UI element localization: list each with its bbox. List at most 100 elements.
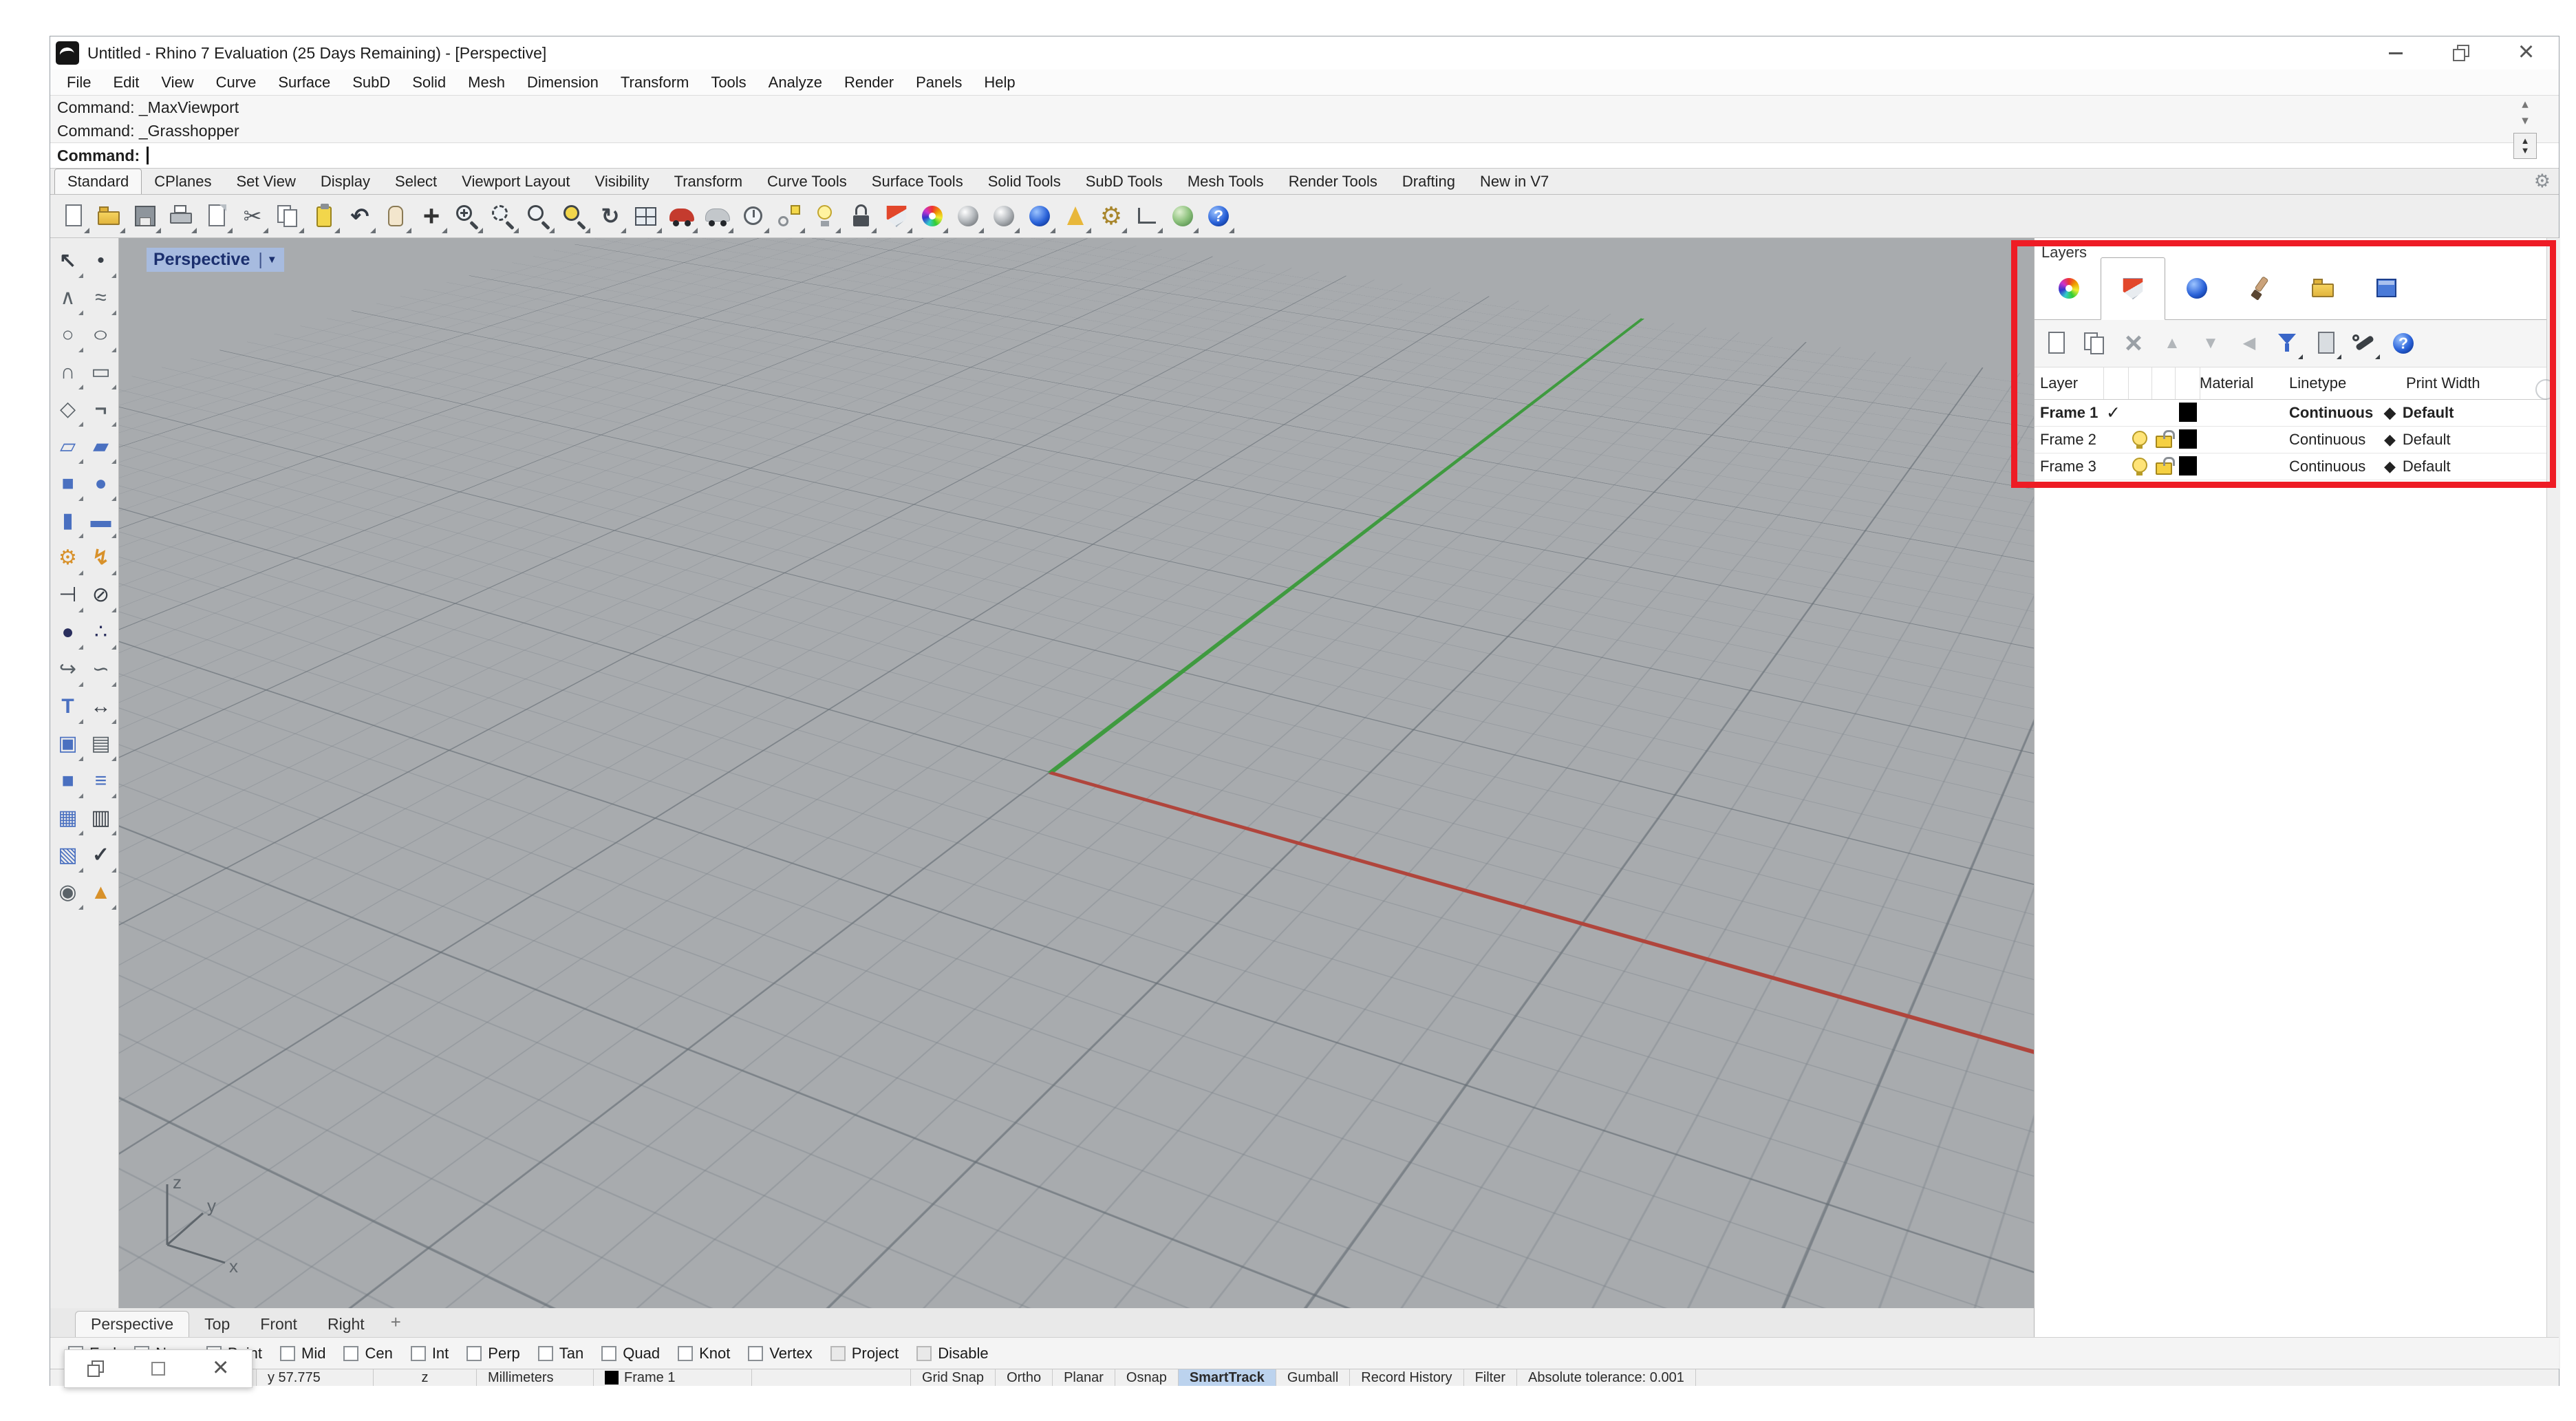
- collapse-layers-icon[interactable]: [2233, 325, 2266, 362]
- surface-plane-icon[interactable]: ▱: [52, 428, 85, 465]
- fillet-curve-icon[interactable]: ↪: [52, 651, 85, 688]
- Frame 1[interactable]: Frame 1 ✓ Continuous ◆ Default: [2035, 400, 2546, 427]
- toolbar-group-tab[interactable]: Visibility: [583, 169, 662, 194]
- status-toggle[interactable]: SmartTrack: [1178, 1369, 1276, 1386]
- arc-icon[interactable]: ∩: [52, 354, 85, 391]
- ellipse-icon[interactable]: ○: [85, 317, 118, 354]
- copy-icon[interactable]: [270, 197, 306, 235]
- viewport-title-menu[interactable]: Perspective | ▼: [147, 248, 284, 272]
- toolbar-group-tab[interactable]: SubD Tools: [1073, 169, 1175, 194]
- panel-tab-libraries-icon[interactable]: [2292, 257, 2355, 319]
- layer-linetype[interactable]: Continuous: [2289, 404, 2373, 422]
- menu-item[interactable]: Help: [973, 74, 1026, 92]
- status-toggle[interactable]: Absolute tolerance: 0.001: [1517, 1369, 1696, 1386]
- Frame 3[interactable]: Frame 3 Continuous ◆ Default: [2035, 453, 2546, 480]
- status-toggle[interactable]: Gumball: [1276, 1369, 1351, 1386]
- panel-options-icon[interactable]: [2535, 379, 2556, 400]
- panel-tab-materials-icon[interactable]: [2229, 257, 2292, 319]
- new-file-icon[interactable]: [56, 197, 92, 235]
- layer-name[interactable]: Frame 2: [2040, 431, 2096, 449]
- point-cloud-icon[interactable]: ∴: [85, 614, 118, 651]
- status-toggle[interactable]: Ortho: [996, 1369, 1053, 1386]
- osnap-checkbox[interactable]: Quad: [601, 1345, 660, 1363]
- viewport-tab[interactable]: Perspective: [75, 1311, 190, 1337]
- color-wheel-icon[interactable]: [914, 197, 950, 235]
- spinner-up-icon[interactable]: ▲: [2521, 136, 2530, 146]
- panel-tab-rendering-icon[interactable]: [2165, 257, 2229, 319]
- layer-name[interactable]: Frame 1: [2040, 404, 2098, 422]
- toolbar-group-tab[interactable]: Set View: [224, 169, 308, 194]
- layer-lock-icon[interactable]: [2156, 457, 2175, 475]
- text-icon[interactable]: T: [52, 688, 85, 725]
- zoom-selected-icon[interactable]: [521, 197, 557, 235]
- close-icon[interactable]: [2493, 36, 2559, 70]
- explode-icon[interactable]: ↯: [85, 539, 118, 577]
- options-gear-icon[interactable]: [1093, 197, 1129, 235]
- zoom-dynamic-icon[interactable]: [449, 197, 485, 235]
- blend-curve-icon[interactable]: ∽: [85, 651, 118, 688]
- globe-icon[interactable]: [1165, 197, 1201, 235]
- layer-print-width[interactable]: ◆ Default: [2384, 458, 2451, 476]
- osnap-checkbox[interactable]: Int: [410, 1345, 449, 1363]
- perspective-viewport[interactable]: Perspective | ▼ z y x: [119, 238, 2034, 1308]
- restore-icon[interactable]: [2428, 36, 2493, 70]
- undo-icon[interactable]: [342, 197, 378, 235]
- menu-item[interactable]: Analyze: [758, 74, 833, 92]
- cut-icon[interactable]: [235, 197, 270, 235]
- osnap-checkbox[interactable]: Mid: [280, 1345, 325, 1363]
- layer-linetype[interactable]: Continuous: [2289, 431, 2365, 449]
- polyline-icon[interactable]: ∧: [52, 279, 85, 317]
- export-view-icon[interactable]: [199, 197, 235, 235]
- menu-item[interactable]: Mesh: [457, 74, 516, 92]
- minimize-icon[interactable]: [2363, 36, 2428, 70]
- toolbar-group-tab[interactable]: CPlanes: [142, 169, 224, 194]
- toolbar-options-gear-icon[interactable]: [2534, 171, 2551, 192]
- osnap-checkbox[interactable]: Disable: [916, 1345, 989, 1363]
- block-icon[interactable]: ▣: [52, 725, 85, 762]
- checkbox-icon[interactable]: [830, 1345, 846, 1361]
- curve-icon[interactable]: ≈: [85, 279, 118, 317]
- dimension-tool-icon[interactable]: ↔: [85, 688, 118, 725]
- current-layer-check-icon[interactable]: ✓: [2106, 403, 2121, 423]
- scroll-up-icon[interactable]: ▴: [2522, 97, 2529, 112]
- checkbox-icon[interactable]: [410, 1345, 426, 1361]
- toolbar-group-tab[interactable]: Surface Tools: [859, 169, 976, 194]
- delete-layer-icon[interactable]: [2117, 325, 2150, 362]
- rendered-sphere-icon[interactable]: [1022, 197, 1058, 235]
- spinner-down-icon[interactable]: ▼: [2521, 146, 2530, 156]
- sphere-icon[interactable]: ●: [85, 465, 118, 502]
- save-icon[interactable]: [127, 197, 163, 235]
- scroll-down-icon[interactable]: ▾: [2522, 114, 2529, 129]
- clock-icon[interactable]: [736, 197, 771, 235]
- box-icon[interactable]: ■: [52, 465, 85, 502]
- layer-print-width[interactable]: ◆ Default: [2384, 404, 2454, 422]
- undo-view-icon[interactable]: [592, 197, 628, 235]
- gray-car-icon[interactable]: [700, 197, 736, 235]
- status-toggle[interactable]: Osnap: [1115, 1369, 1179, 1386]
- contour-icon[interactable]: ≡: [85, 762, 118, 800]
- panel-tab-help-icon[interactable]: [2355, 257, 2418, 319]
- viewport-tab[interactable]: Front: [245, 1312, 312, 1337]
- zoom-extents-icon[interactable]: [557, 197, 592, 235]
- toolbar-group-tab[interactable]: Solid Tools: [976, 169, 1073, 194]
- checkbox-icon[interactable]: [916, 1345, 932, 1361]
- spotlight-cone-icon[interactable]: [1058, 197, 1093, 235]
- status-toggle[interactable]: Grid Snap: [911, 1369, 996, 1386]
- column-header-print-width[interactable]: Print Width: [2406, 374, 2480, 392]
- command-spinner[interactable]: ▲ ▼: [2513, 133, 2537, 159]
- viewport-tab[interactable]: Right: [312, 1312, 380, 1337]
- toolbar-group-tab[interactable]: Curve Tools: [755, 169, 859, 194]
- status-toggle[interactable]: Planar: [1053, 1369, 1115, 1386]
- print-icon[interactable]: [163, 197, 199, 235]
- checkbox-icon[interactable]: [748, 1345, 764, 1361]
- paste-icon[interactable]: [306, 197, 342, 235]
- slab-icon[interactable]: ▬: [85, 502, 118, 539]
- menu-item[interactable]: Tools: [700, 74, 757, 92]
- toolbar-group-tab[interactable]: Drafting: [1390, 169, 1468, 194]
- menu-item[interactable]: Edit: [102, 74, 150, 92]
- checkbox-icon[interactable]: [343, 1345, 359, 1361]
- split-icon[interactable]: ⊘: [85, 577, 118, 614]
- mini-close-icon[interactable]: [197, 1350, 245, 1387]
- status-units[interactable]: Millimeters: [477, 1369, 594, 1386]
- mini-restore-icon[interactable]: [72, 1350, 120, 1387]
